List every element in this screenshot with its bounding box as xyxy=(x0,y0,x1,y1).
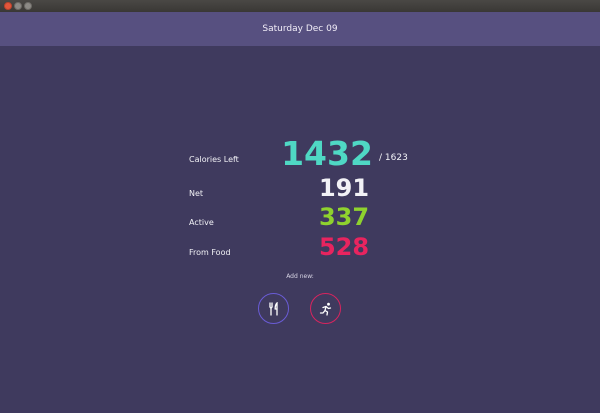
add-new-label: Add new: xyxy=(286,273,314,280)
calories-left-label: Calories Left xyxy=(189,155,239,164)
running-person-icon xyxy=(319,302,333,316)
app-window: Saturday Dec 09 Calories Left 1432 / 162… xyxy=(0,0,600,413)
date-header: Saturday Dec 09 xyxy=(0,12,600,46)
date-title: Saturday Dec 09 xyxy=(262,24,338,34)
net-label: Net xyxy=(189,189,204,198)
calories-left-value: 1432 xyxy=(281,134,373,173)
calorie-goal: / 1623 xyxy=(379,153,408,163)
fork-knife-icon xyxy=(268,301,280,316)
add-food-button[interactable] xyxy=(258,293,289,324)
window-minimize-button[interactable] xyxy=(14,2,22,10)
from-food-value: 528 xyxy=(318,233,370,261)
active-value: 337 xyxy=(318,203,370,231)
add-activity-button[interactable] xyxy=(310,293,341,324)
active-label: Active xyxy=(189,218,214,227)
window-maximize-button[interactable] xyxy=(24,2,32,10)
from-food-label: From Food xyxy=(189,248,231,257)
net-value: 191 xyxy=(318,174,370,202)
window-close-button[interactable] xyxy=(4,2,12,10)
window-titlebar xyxy=(0,0,600,12)
